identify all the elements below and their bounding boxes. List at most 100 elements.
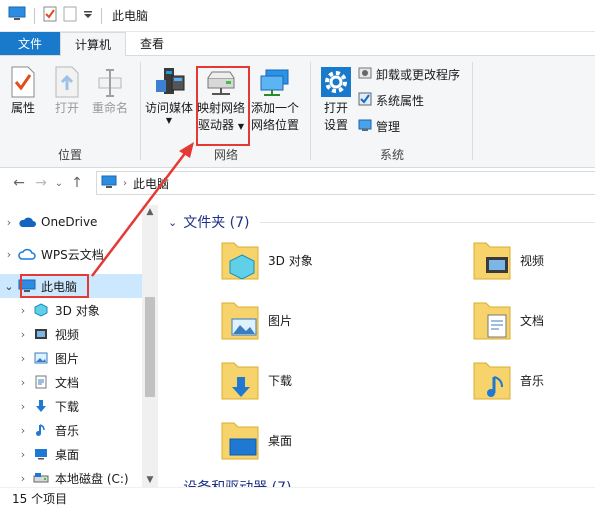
group-label-network: 网络	[213, 148, 238, 162]
film-icon	[32, 327, 50, 341]
tab-computer[interactable]: 计算机	[60, 32, 127, 56]
open-button[interactable]: 打开	[54, 64, 80, 117]
cube-icon	[32, 303, 50, 317]
folder-pictures-icon	[220, 297, 260, 344]
group-label-system: 系统	[379, 148, 404, 162]
folder-tile-downloads[interactable]: 下载	[220, 357, 292, 404]
item-count: 15 个项目	[12, 492, 68, 506]
divider	[260, 222, 595, 223]
group-label-location: 位置	[57, 148, 82, 162]
system-properties-icon	[358, 92, 372, 109]
quick-access-toolbar	[8, 6, 104, 25]
scroll-down-icon[interactable]: ▼	[142, 475, 158, 485]
scroll-up-icon[interactable]: ▲	[142, 207, 158, 217]
folder-downloads-icon	[220, 357, 260, 404]
recent-dropdown-icon[interactable]: ⌄	[52, 178, 66, 189]
wps-cloud-icon	[18, 247, 36, 261]
nav-item-music[interactable]: › 音乐	[0, 418, 142, 442]
window-title: 此电脑	[112, 9, 149, 23]
nav-scrollbar[interactable]: ▲ ▼	[142, 205, 158, 487]
ribbon-group-location: 属性 打开 重命名 位置	[0, 56, 140, 168]
scrollbar-thumb[interactable]	[145, 297, 155, 397]
section-header-devices[interactable]: ⌄ 设备和驱动器 (7)	[168, 477, 292, 487]
rename-button[interactable]: 重命名	[92, 64, 128, 117]
chevron-right-icon[interactable]: ›	[14, 448, 32, 461]
chevron-down-icon[interactable]: ⌄	[0, 280, 18, 293]
folder-videos-icon	[472, 237, 512, 284]
chevron-right-icon[interactable]: ›	[14, 472, 32, 485]
section-header-folders[interactable]: ⌄ 文件夹 (7)	[168, 212, 250, 232]
nav-item-onedrive[interactable]: › OneDrive	[0, 210, 142, 234]
folder-tile-music[interactable]: 音乐	[472, 357, 544, 404]
chevron-right-icon[interactable]: ›	[14, 424, 32, 437]
uninstall-icon	[358, 66, 372, 83]
access-media-icon	[152, 64, 186, 100]
title-bar: 此电脑	[0, 0, 595, 32]
divider	[140, 62, 141, 160]
add-network-location-button[interactable]: 添加一个 网络位置	[251, 64, 299, 134]
forward-arrow-icon[interactable]: →	[30, 175, 52, 191]
dropdown-arrow-icon: ▼	[165, 116, 173, 125]
gear-icon	[320, 64, 352, 100]
uninstall-programs-button[interactable]: 卸载或更改程序	[358, 66, 460, 83]
new-folder-icon[interactable]	[63, 6, 77, 25]
address-input[interactable]: › 此电脑	[96, 171, 595, 195]
tab-view[interactable]: 查看	[126, 32, 178, 55]
divider	[34, 7, 35, 24]
folder-desktop-icon	[220, 417, 260, 464]
system-properties-button[interactable]: 系统属性	[358, 92, 424, 109]
chevron-down-icon[interactable]: ⌄	[168, 216, 177, 229]
divider	[310, 62, 311, 160]
hard-drive-icon	[32, 472, 50, 484]
back-arrow-icon[interactable]: ←	[8, 175, 30, 191]
nav-item-videos[interactable]: › 视频	[0, 322, 142, 346]
computer-icon	[101, 175, 117, 192]
ribbon-tabs: 文件 计算机 查看	[0, 32, 595, 56]
folder-tile-pictures[interactable]: 图片	[220, 297, 292, 344]
nav-item-downloads[interactable]: › 下载	[0, 394, 142, 418]
chevron-right-icon[interactable]: ›	[0, 248, 18, 261]
nav-item-documents[interactable]: › 文档	[0, 370, 142, 394]
folder-music-icon	[472, 357, 512, 404]
chevron-right-icon[interactable]: ›	[0, 216, 18, 229]
divider	[472, 62, 473, 160]
nav-item-pictures[interactable]: › 图片	[0, 346, 142, 370]
customize-dropdown-icon[interactable]	[83, 9, 93, 23]
properties-icon	[10, 64, 36, 100]
nav-item-wps-cloud[interactable]: › WPS云文档	[0, 242, 142, 266]
highlight-box-this-pc	[20, 274, 89, 298]
folder-3d-objects-icon	[220, 237, 260, 284]
download-arrow-icon	[32, 399, 50, 413]
chevron-right-icon[interactable]: ›	[14, 328, 32, 341]
folder-tile-3d-objects[interactable]: 3D 对象	[220, 237, 313, 284]
desktop-icon	[32, 448, 50, 460]
rename-icon	[97, 64, 123, 100]
network-location-icon	[258, 64, 292, 100]
chevron-right-icon[interactable]: ›	[14, 400, 32, 413]
properties-button[interactable]: 属性	[10, 64, 36, 117]
folder-tile-documents[interactable]: 文档	[472, 297, 544, 344]
chevron-right-icon[interactable]: ›	[14, 304, 32, 317]
nav-item-desktop[interactable]: › 桌面	[0, 442, 142, 466]
chevron-right-icon[interactable]: ›	[14, 352, 32, 365]
chevron-right-icon[interactable]: ›	[14, 376, 32, 389]
status-bar: 15 个项目	[0, 487, 595, 509]
ribbon: 属性 打开 重命名 位置 访问媒体 ▼ 映射网络 驱动器 ▼ 添加一个 网络位置…	[0, 56, 595, 168]
up-arrow-icon[interactable]: ↑	[66, 175, 88, 191]
highlight-box-map-drive	[196, 66, 250, 146]
address-path: 此电脑	[133, 176, 170, 191]
folder-tile-videos[interactable]: 视频	[472, 237, 544, 284]
open-settings-button[interactable]: 打开 设置	[320, 64, 352, 134]
music-note-icon	[32, 423, 50, 437]
ribbon-group-system: 打开 设置 卸载或更改程序 系统属性 管理 系统	[312, 56, 472, 168]
nav-item-3d-objects[interactable]: › 3D 对象	[0, 298, 142, 322]
manage-button[interactable]: 管理	[358, 118, 400, 135]
folder-documents-icon	[472, 297, 512, 344]
properties-icon[interactable]	[43, 6, 57, 25]
chevron-right-icon[interactable]: ›	[123, 178, 127, 189]
divider	[101, 7, 102, 24]
folder-tile-desktop[interactable]: 桌面	[220, 417, 292, 464]
manage-icon	[358, 118, 372, 135]
access-media-button[interactable]: 访问媒体 ▼	[145, 64, 193, 125]
tab-file[interactable]: 文件	[0, 32, 60, 55]
